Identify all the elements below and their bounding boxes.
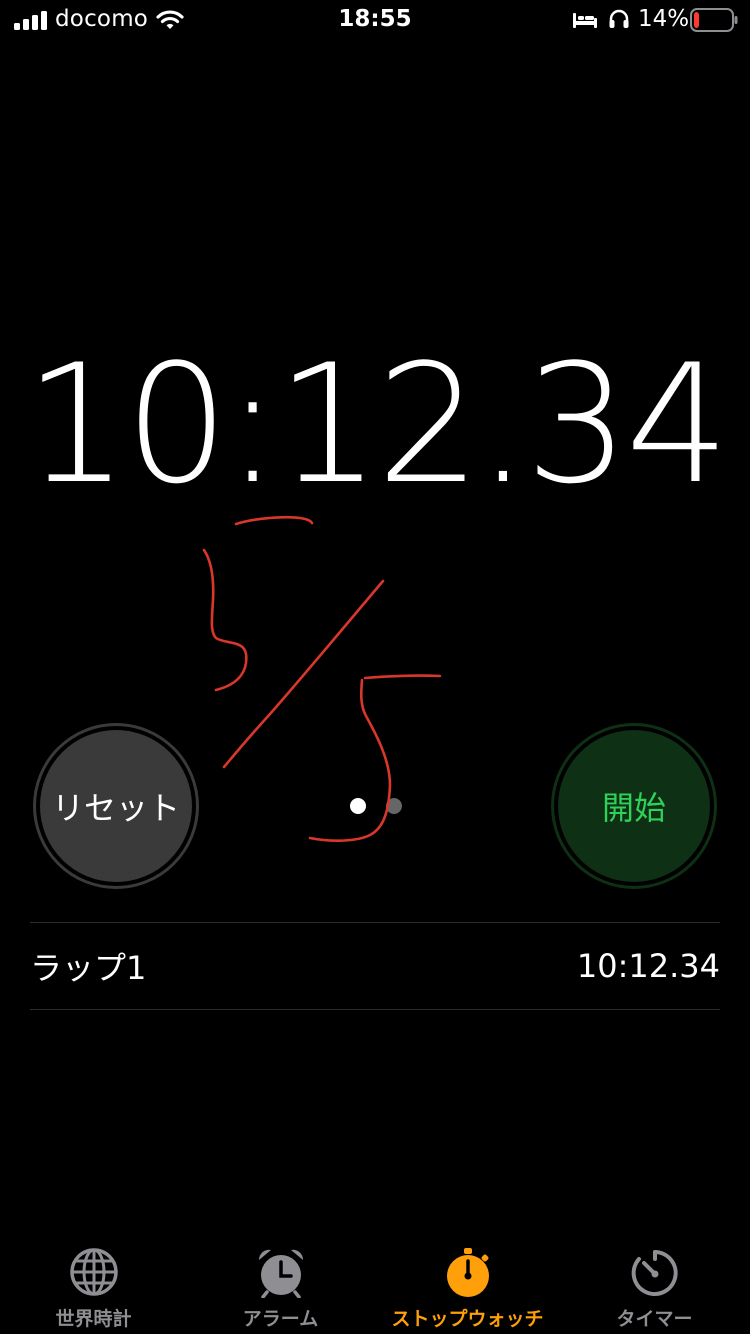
start-button-label: 開始 [558,730,710,882]
battery-icon [690,8,738,32]
lap-list: ラップ1 10:12.34 [30,922,720,1010]
lap-divider [30,1009,720,1010]
timer-icon [631,1250,678,1296]
reset-button-label: リセット [40,730,192,882]
page-dot-inactive[interactable] [386,798,402,814]
reset-button[interactable]: リセット [33,723,199,889]
headphones-icon [609,9,629,28]
status-bar: docomo 18:55 14% [0,0,750,40]
start-button[interactable]: 開始 [551,723,717,889]
battery-percent: 14% [638,6,690,32]
page-indicator[interactable] [348,798,408,816]
stopwatch-icon [446,1248,489,1297]
tab-bar: 世界時計 アラーム ストップウォッチ タイマー [0,1240,750,1334]
page-dot-active[interactable] [350,798,366,814]
annotation-stroke [308,678,392,842]
annotation-stroke [222,579,385,769]
tab-timer[interactable]: タイマー [561,1240,748,1334]
tab-stopwatch[interactable]: ストップウォッチ [374,1240,561,1334]
alarm-clock-icon [258,1249,303,1298]
elapsed-time-display: 10:12.34 [24,329,729,520]
tab-alarm[interactable]: アラーム [187,1240,374,1334]
lap-name: ラップ1 [30,949,147,987]
tab-label: アラーム [242,1308,319,1330]
lap-row: ラップ1 10:12.34 [30,923,720,1009]
annotation-stroke [363,674,442,680]
globe-icon [69,1248,118,1296]
handwritten-annotation [202,515,442,842]
bed-icon [573,13,597,28]
tab-label: タイマー [616,1308,693,1330]
tab-world-clock[interactable]: 世界時計 [0,1240,187,1334]
annotation-stroke [202,548,248,692]
lap-time: 10:12.34 [576,947,720,985]
tab-label: 世界時計 [55,1308,132,1330]
tab-label: ストップウォッチ [391,1308,544,1330]
